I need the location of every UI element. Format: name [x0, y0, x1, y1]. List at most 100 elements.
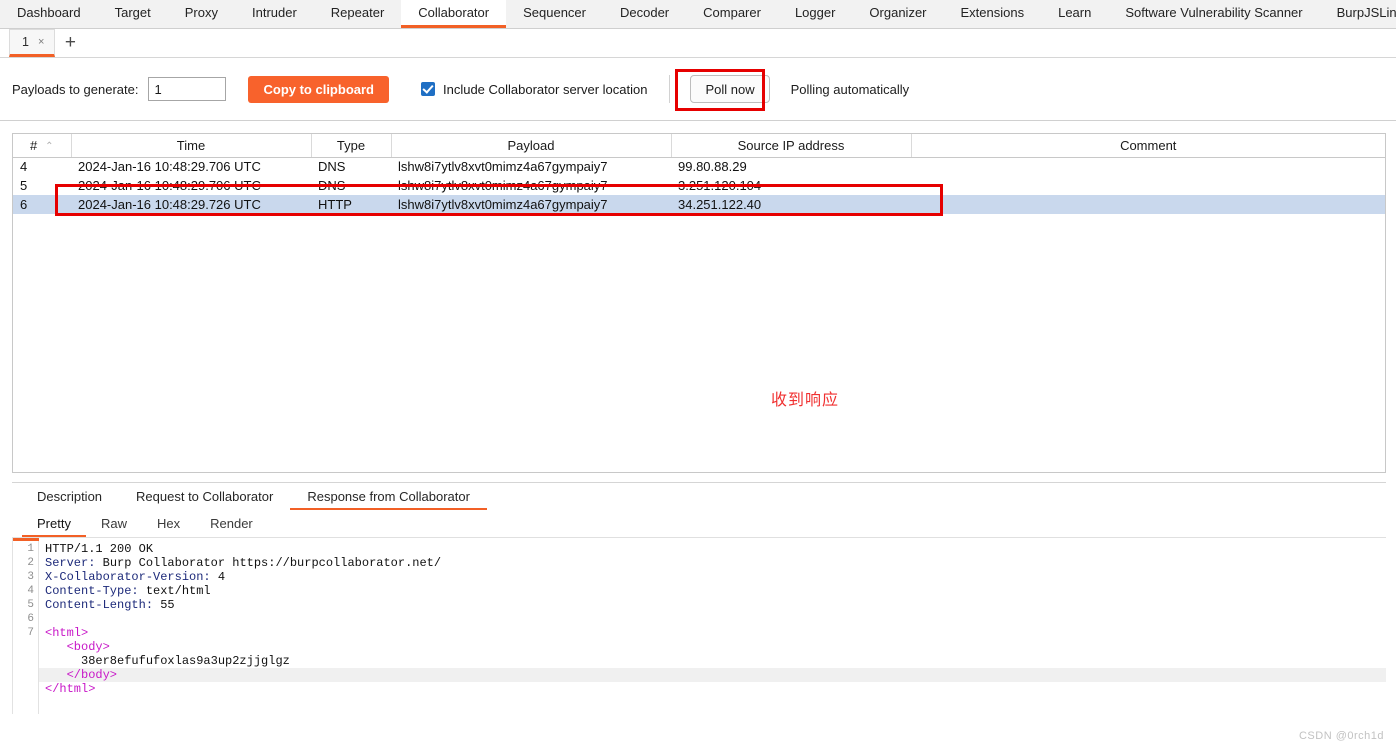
code-line: <body> [39, 640, 1386, 654]
main-tab-dashboard[interactable]: Dashboard [0, 0, 98, 28]
main-tab-extensions[interactable]: Extensions [943, 0, 1042, 28]
cell-time: 2024-Jan-16 10:48:29.706 UTC [78, 178, 261, 193]
code-text: 38er8efufufoxlas9a3up2zjjglgz [45, 654, 290, 668]
cell-time: 2024-Jan-16 10:48:29.706 UTC [78, 159, 261, 175]
cell-type: DNS [318, 178, 346, 193]
table-row[interactable]: 6 2024-Jan-16 10:48:29.726 UTC HTTP lshw8i7… [13, 195, 1385, 214]
collaborator-results-table: # ⌃ Time Type Payload Source IP address C… [13, 134, 1385, 214]
main-tab-label: Learn [1058, 5, 1092, 20]
column-header-comment[interactable]: Comment [911, 134, 1385, 158]
column-header-payload[interactable]: Payload [391, 134, 672, 158]
response-code-viewer[interactable]: 1 2 3 4 5 6 7 HTTP/1.1 200 OK Server: Burp Coll… [12, 538, 1386, 714]
main-tab-target[interactable]: Target [97, 0, 168, 28]
main-tab-proxy[interactable]: Proxy [167, 0, 235, 28]
main-tab-software-vulnerability-scanner[interactable]: Software Vulnerability Scanner [1108, 0, 1320, 28]
header-value: 55 [153, 598, 175, 612]
cell-number: 6 [13, 195, 71, 214]
include-server-location-label: Include Collaborator server location [442, 81, 648, 97]
close-icon[interactable]: × [38, 36, 44, 48]
include-server-location-checkbox-row[interactable]: Include Collaborator server location [420, 81, 648, 97]
cell-comment [911, 157, 1385, 176]
table-header-row: # ⌃ Time Type Payload Source IP address C… [13, 134, 1385, 158]
line-number: 6 [27, 613, 34, 625]
html-tag: <body> [45, 640, 110, 654]
payloads-to-generate-input[interactable] [148, 77, 227, 101]
response-code-content: HTTP/1.1 200 OK Server: Burp Collaborator… [39, 538, 1386, 714]
main-tab-label: Intruder [251, 5, 297, 20]
main-tab-learn[interactable]: Learn [1041, 0, 1109, 28]
main-tab-comparer[interactable]: Comparer [686, 0, 778, 28]
copy-to-clipboard-button[interactable]: Copy to clipboard [248, 75, 389, 103]
code-line: Content-Type: text/html [39, 584, 1386, 598]
main-tab-label: Sequencer [523, 5, 586, 20]
main-tab-collaborator[interactable]: Collaborator [401, 0, 507, 28]
header-value: text/html [138, 584, 211, 598]
column-header-type[interactable]: Type [311, 134, 392, 158]
main-tab-label: Target [114, 5, 151, 20]
main-tab-repeater[interactable]: Repeater [313, 0, 402, 28]
cell-source-ip: 3.251.120.104 [678, 178, 762, 193]
table-row[interactable]: 5 2024-Jan-16 10:48:29.706 UTC DNS lshw8i7y… [13, 176, 1385, 195]
column-header-time[interactable]: Time [71, 134, 312, 158]
cell-payload: lshw8i7ytlv8xvt0mimz4a67gympaiy7 [398, 178, 608, 193]
cell-source-ip: 34.251.122.40 [671, 195, 911, 214]
view-tab-render[interactable]: Render [195, 512, 268, 537]
table-row[interactable]: 4 2024-Jan-16 10:48:29.706 UTC DNS lshw8i7y… [13, 157, 1385, 176]
header-value: Burp Collaborator https://burpcollaborat… [95, 556, 442, 570]
cell-payload: lshw8i7ytlv8xvt0mimz4a67gympaiy7 [391, 195, 671, 214]
poll-now-button[interactable]: Poll now [690, 75, 770, 103]
main-tab-label: Logger [794, 5, 836, 20]
cell-comment [911, 176, 1385, 195]
line-number: 1 [27, 543, 34, 555]
cell-type: DNS [318, 159, 346, 175]
main-tab-label: Software Vulnerability Scanner [1125, 5, 1303, 20]
detail-tab-response-from-collaborator[interactable]: Response from Collaborator [290, 484, 487, 510]
code-line [39, 612, 1386, 626]
column-header-number[interactable]: # ⌃ [13, 134, 72, 158]
main-tab-bar: Dashboard Target Proxy Intruder Repeater Coll… [0, 0, 1396, 29]
cell-source-ip: 99.80.88.29 [678, 159, 747, 175]
view-tab-hex[interactable]: Hex [142, 512, 195, 537]
toolbar-divider [669, 75, 671, 103]
cell-time: 2024-Jan-16 10:48:29.726 UTC [71, 195, 311, 214]
main-tab-intruder[interactable]: Intruder [234, 0, 314, 28]
view-tab-pretty[interactable]: Pretty [22, 512, 86, 537]
add-session-tab-button[interactable]: + [55, 29, 85, 57]
gutter-accent-bar [13, 538, 39, 541]
watermark: CSDN @0rch1d [1298, 730, 1384, 742]
column-header-number-label: # [29, 137, 38, 153]
main-tab-decoder[interactable]: Decoder [603, 0, 687, 28]
detail-tab-bar: Description Request to Collaborator Respon… [12, 483, 1386, 510]
main-tab-label: Extensions [960, 5, 1025, 20]
column-header-source-ip[interactable]: Source IP address [671, 134, 912, 158]
line-number: 5 [27, 599, 34, 611]
html-tag: </body> [45, 668, 118, 682]
code-line: </body> [39, 668, 1386, 682]
main-tab-label: Repeater [330, 5, 385, 20]
main-tab-label: Proxy [184, 5, 218, 20]
detail-tab-description[interactable]: Description [20, 484, 119, 510]
main-tab-label: Comparer [703, 5, 761, 20]
cell-payload: lshw8i7ytlv8xvt0mimz4a67gympaiy7 [398, 159, 608, 175]
header-name: Content-Length: [45, 598, 154, 612]
chinese-annotation-received-response: 收到响应 [771, 390, 840, 409]
detail-tab-request-to-collaborator[interactable]: Request to Collaborator [119, 484, 290, 510]
line-number: 4 [27, 585, 34, 597]
header-value: 4 [210, 570, 226, 584]
code-line: Content-Length: 55 [39, 598, 1386, 612]
sort-ascending-icon: ⌃ [45, 140, 54, 152]
main-tab-burpjslinkfind[interactable]: BurpJSLinkFind [1319, 0, 1396, 28]
main-tab-organizer[interactable]: Organizer [852, 0, 944, 28]
view-tab-raw[interactable]: Raw [86, 512, 142, 537]
detail-panel: Description Request to Collaborator Respon… [12, 482, 1386, 714]
polling-status-label: Polling automatically [790, 81, 910, 97]
checkbox-checked-icon[interactable] [420, 82, 435, 96]
session-tab-1[interactable]: 1 × [9, 29, 56, 57]
cell-number: 4 [20, 159, 28, 175]
main-tab-label: Dashboard [17, 5, 81, 20]
main-tab-sequencer[interactable]: Sequencer [506, 0, 603, 28]
code-text: HTTP/1.1 200 OK [45, 542, 154, 556]
header-name: Content-Type: [45, 584, 139, 598]
code-line: HTTP/1.1 200 OK [39, 542, 1386, 556]
main-tab-logger[interactable]: Logger [777, 0, 853, 28]
